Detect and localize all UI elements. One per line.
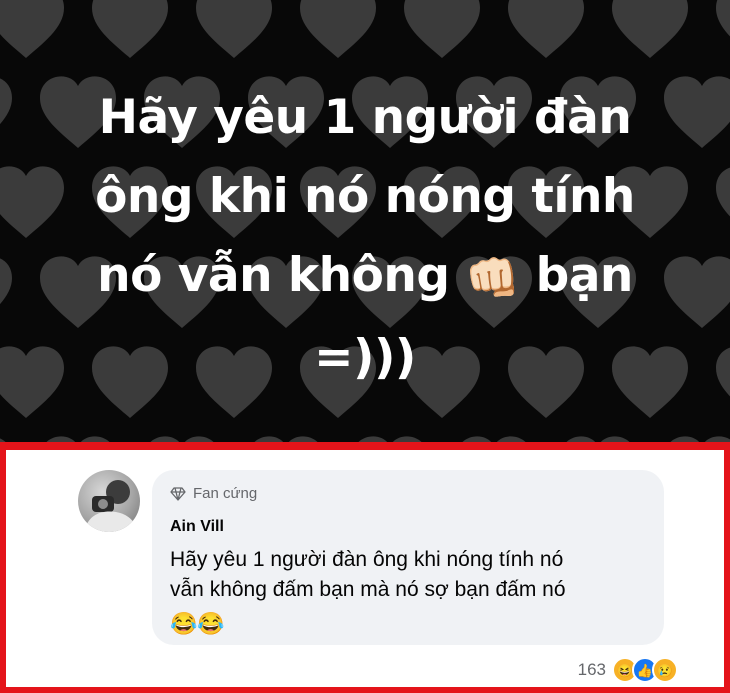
heart-shape — [0, 0, 64, 58]
heart-shape — [716, 0, 730, 37]
heart-shape — [404, 0, 480, 58]
heart-shape — [612, 0, 688, 58]
heart-shape — [300, 0, 376, 58]
heart-shape — [196, 0, 272, 58]
diamond-icon — [170, 486, 186, 501]
badge-label: Fan cứng — [193, 485, 258, 502]
post-image: Hãy yêu 1 người đàn ông khi nó nóng tính… — [0, 0, 730, 442]
post-line-1: Hãy yêu 1 người đàn — [98, 90, 632, 145]
avatar[interactable] — [78, 470, 140, 532]
fist-emoji-icon: 👊🏻 — [465, 253, 520, 304]
post-line-3-end: bạn — [535, 248, 634, 303]
post-line-3: nó vẫn không 👊🏻 bạn — [0, 236, 730, 318]
comment-text: Hãy yêu 1 người đàn ông khi nóng tính nó… — [170, 548, 566, 601]
heart-shape — [508, 0, 584, 58]
sad-reaction-icon: 😢 — [652, 657, 678, 683]
fan-badge: Fan cứng — [170, 485, 257, 502]
comment-author[interactable]: Ain Vill — [170, 518, 224, 536]
post-line-4: =))) — [314, 330, 416, 385]
laughing-emoji-icon: 😂😂 — [170, 611, 225, 636]
reaction-summary[interactable]: 163 😆 👍 😢 — [578, 657, 678, 683]
post-caption: Hãy yêu 1 người đàn ông khi nó nóng tính… — [0, 78, 730, 397]
heart-shape — [92, 0, 168, 58]
comment-bubble: Fan cứng Ain Vill Hãy yêu 1 người đàn ôn… — [152, 470, 664, 645]
post-line-2: ông khi nó nóng tính — [95, 169, 635, 224]
post-line-3-start: nó vẫn không — [97, 248, 450, 303]
highlighted-comment: Fan cứng Ain Vill Hãy yêu 1 người đàn ôn… — [0, 442, 730, 693]
reaction-count: 163 — [577, 660, 606, 679]
